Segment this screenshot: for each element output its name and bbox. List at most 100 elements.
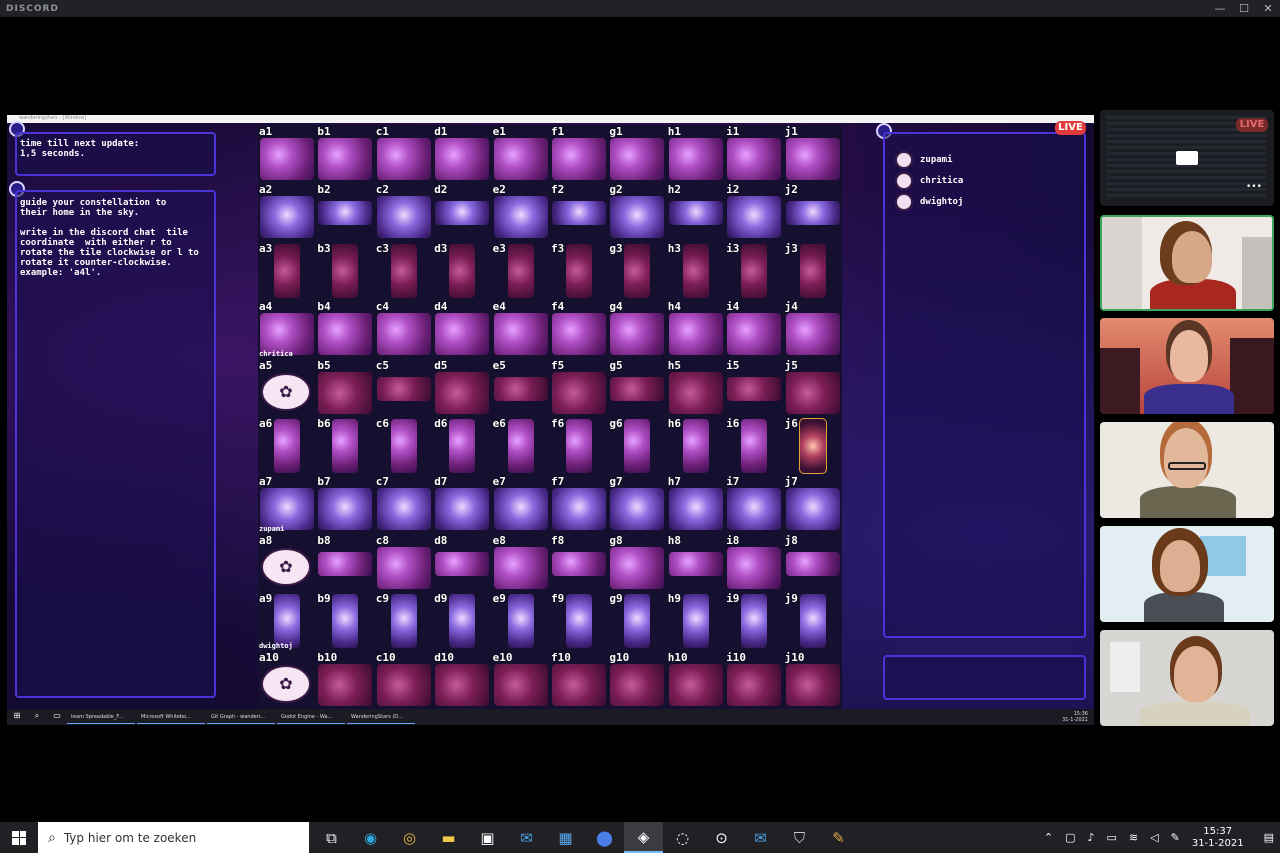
video-tile-participant-1[interactable] <box>1100 215 1274 311</box>
camera-icon[interactable]: ▢ <box>1065 831 1075 844</box>
bottom-right-panel <box>883 655 1086 700</box>
search-placeholder: Typ hier om te zoeken <box>63 830 197 845</box>
paint-icon[interactable]: ✎ <box>819 822 858 853</box>
board-tile <box>435 201 490 226</box>
wall-poster <box>1200 536 1246 576</box>
board-cell-i8: i8 <box>725 534 783 592</box>
calendar-icon[interactable]: ▦ <box>546 822 585 853</box>
board-cell-h6: h6 <box>667 417 725 475</box>
cell-label: d3 <box>434 241 448 255</box>
cell-label: i5 <box>726 358 740 372</box>
cell-label: a1 <box>259 125 273 138</box>
microphone-icon[interactable]: ♪ <box>1087 831 1094 844</box>
chrome-icon[interactable]: ◎ <box>390 822 429 853</box>
wifi-icon[interactable]: ≋ <box>1129 831 1138 844</box>
player-row: chritica <box>895 170 963 191</box>
board-cell-d10: d10 <box>433 651 491 709</box>
maps-icon[interactable]: ⬤ <box>585 822 624 853</box>
shield-icon[interactable]: ⛉ <box>780 822 819 853</box>
board-tile <box>507 243 534 298</box>
board-cell-d7: d7 <box>433 475 491 533</box>
video-tile-participant-2[interactable] <box>1100 318 1274 414</box>
board-tile <box>610 138 665 180</box>
taskbar-search-box[interactable]: ⌕ Typ hier om te zoeken <box>38 822 309 853</box>
cell-label: b3 <box>317 241 331 255</box>
cell-label: i10 <box>726 650 747 664</box>
search-icon: ⌕ <box>48 829 56 846</box>
board-tile <box>507 419 534 473</box>
board-cell-c3: c3 <box>375 242 433 300</box>
store-icon[interactable]: ▣ <box>468 822 507 853</box>
battery-icon[interactable]: ▭ <box>1107 831 1117 844</box>
participant-head <box>1172 231 1212 283</box>
cell-label: a3 <box>259 241 273 255</box>
taskbar-clock[interactable]: 15:37 31-1-2021 <box>1192 826 1244 850</box>
stream-view[interactable]: wanderingstars - [Window] time till next… <box>7 115 1094 725</box>
board-tile <box>318 201 373 226</box>
board-cell-f8: f8 <box>550 534 608 592</box>
cell-label: e2 <box>492 183 506 197</box>
board-tile <box>610 663 665 706</box>
cell-label: b1 <box>317 125 331 138</box>
player-marker-name: chritica <box>259 349 293 358</box>
close-button[interactable]: ✕ <box>1256 0 1280 17</box>
board-tile <box>668 551 723 576</box>
board-cell-j2: j2 <box>784 183 842 241</box>
board-cell-j8: j8 <box>784 534 842 592</box>
mail2-icon[interactable]: ✉ <box>741 822 780 853</box>
chevron-up-icon[interactable]: ⌃ <box>1044 831 1053 844</box>
video-tile-participant-4[interactable] <box>1100 526 1274 622</box>
players-list: zupami chritica dwightoj <box>895 149 963 212</box>
board-cell-i6: i6 <box>725 417 783 475</box>
file-explorer-icon[interactable]: ▬ <box>429 822 468 853</box>
board-cell-g5: g5 <box>608 359 666 417</box>
board-cell-j3: j3 <box>784 242 842 300</box>
start-button[interactable] <box>0 822 38 853</box>
cell-label: a6 <box>259 417 273 430</box>
board-cell-g8: g8 <box>608 534 666 592</box>
cell-label: a4 <box>259 300 273 314</box>
maximize-button[interactable]: ☐ <box>1232 0 1256 17</box>
app2-icon[interactable]: ⊙ <box>702 822 741 853</box>
board-tile <box>552 488 606 531</box>
video-tile-participant-5[interactable] <box>1100 630 1274 726</box>
board-cell-j7: j7 <box>784 475 842 533</box>
streamed-task-item: Microsoft Whitebo... <box>137 710 205 724</box>
notifications-icon[interactable]: ▤ <box>1264 831 1274 844</box>
glasses <box>1168 462 1206 470</box>
board-cell-c8: c8 <box>375 534 433 592</box>
player-name: chritica <box>920 175 964 186</box>
board-tile <box>552 313 606 356</box>
video-tile-screen-share[interactable]: LIVE ••• <box>1100 110 1274 206</box>
discord-icon[interactable]: ◈ <box>624 822 663 853</box>
board-cell-f3: f3 <box>550 242 608 300</box>
city-backdrop <box>1230 338 1274 414</box>
board-tile <box>274 419 300 473</box>
board-tile <box>610 313 665 356</box>
cell-label: a10 <box>259 650 279 664</box>
app-icon[interactable]: ◌ <box>663 822 702 853</box>
board-cell-f6: f6 <box>550 417 608 475</box>
board-tile <box>390 243 417 298</box>
pen-icon[interactable]: ✎ <box>1171 831 1180 844</box>
video-tile-participant-3[interactable] <box>1100 422 1274 518</box>
board-tile <box>785 488 840 531</box>
board-cell-i10: i10 <box>725 651 783 709</box>
cell-label: a7 <box>259 475 273 489</box>
cell-label: c5 <box>375 358 390 372</box>
minimize-button[interactable]: — <box>1208 0 1232 17</box>
mail-icon[interactable]: ✉ <box>507 822 546 853</box>
board-cell-d8: d8 <box>433 534 491 592</box>
more-options-button[interactable]: ••• <box>1246 182 1262 192</box>
cell-label: e8 <box>492 533 506 547</box>
board-tile <box>610 488 665 531</box>
cell-label: j1 <box>784 125 798 138</box>
cell-label: f10 <box>551 650 571 664</box>
board-cell-f1: f1 <box>550 125 608 183</box>
volume-icon[interactable]: ◁ <box>1150 831 1158 844</box>
edge-icon[interactable]: ◉ <box>351 822 390 853</box>
board-tile <box>552 201 606 226</box>
board-cell-f4: f4 <box>550 300 608 358</box>
cell-label: b10 <box>317 650 338 664</box>
task-view-icon[interactable]: ⧉ <box>312 822 351 853</box>
